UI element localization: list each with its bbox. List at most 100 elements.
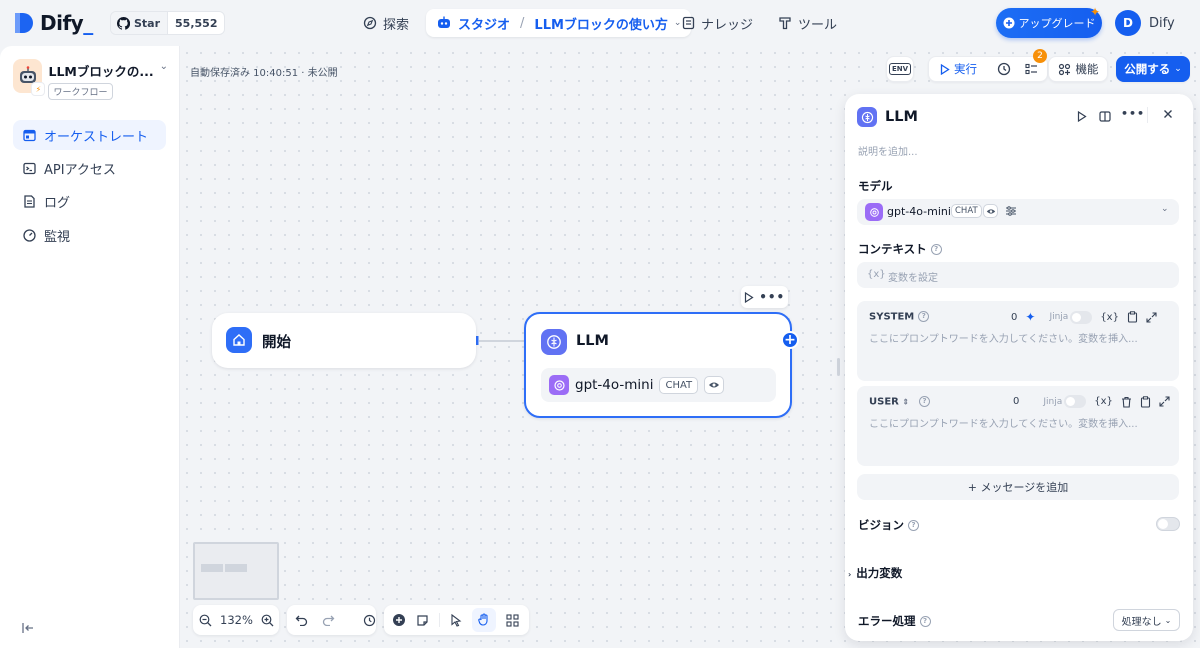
- sidebar-item-orchestrate[interactable]: オーケストレート: [13, 120, 166, 150]
- nav-studio-label: スタジオ: [458, 17, 511, 33]
- node-model-mode-badge: CHAT: [659, 376, 699, 394]
- nav-studio[interactable]: スタジオ / LLMブロックの使い方 ⌄: [426, 9, 692, 37]
- eye-icon: [704, 376, 725, 394]
- zoom-in-icon[interactable]: [261, 614, 274, 627]
- play-icon: [744, 291, 754, 303]
- terminal-icon: [23, 162, 36, 174]
- publish-button[interactable]: 公開する ⌄: [1116, 56, 1190, 82]
- jinja-toggle[interactable]: [1064, 395, 1087, 408]
- sidebar-item-label: ログ: [44, 195, 71, 211]
- node-model-name: gpt-4o-mini: [575, 377, 654, 393]
- user-menu[interactable]: D Dify: [1115, 10, 1175, 36]
- nav-tools[interactable]: ツール: [778, 9, 837, 37]
- history-button[interactable]: [997, 62, 1011, 76]
- user-prompt-placeholder: ここにプロンプトワードを入力してください。変数を挿入...: [869, 419, 1138, 430]
- env-label: ENV: [888, 63, 912, 75]
- breadcrumb-separator: /: [520, 15, 525, 31]
- upgrade-button[interactable]: アップグレード ✦: [996, 5, 1102, 38]
- description-input[interactable]: 説明を追加...: [858, 143, 918, 158]
- add-next-node-button[interactable]: +: [781, 331, 799, 349]
- add-message-button[interactable]: + メッセージを追加: [857, 474, 1179, 500]
- logo-text: Dify_: [40, 11, 93, 35]
- user-role-selector[interactable]: USER ⇕?: [869, 396, 931, 408]
- minimap[interactable]: [193, 542, 279, 600]
- breadcrumb-app-name[interactable]: LLMブロックの使い方: [534, 14, 668, 33]
- undo-icon[interactable]: [295, 614, 308, 626]
- run-node-button[interactable]: [744, 291, 754, 303]
- env-button[interactable]: ENV: [886, 56, 914, 82]
- document-icon: [24, 194, 35, 208]
- context-label: コンテキスト?: [858, 241, 942, 257]
- char-count: 0: [1011, 311, 1018, 323]
- autosave-status: 自動保存済み 10:40:51 · 未公開: [190, 68, 338, 79]
- start-node-title: 開始: [262, 335, 291, 351]
- llm-node[interactable]: LLM gpt-4o-mini CHAT: [524, 312, 792, 418]
- version-history-icon[interactable]: [363, 614, 376, 627]
- chevron-down-icon[interactable]: ⌄: [160, 61, 168, 72]
- run-button[interactable]: 実行: [940, 61, 977, 77]
- compass-icon: [363, 16, 377, 30]
- app-type-badge: ワークフロー: [48, 83, 113, 100]
- pointer-icon[interactable]: [450, 613, 462, 627]
- add-block-icon[interactable]: [392, 613, 406, 627]
- copy-icon[interactable]: [1127, 311, 1138, 323]
- expand-icon[interactable]: [1159, 396, 1170, 407]
- features-label: 機能: [1075, 62, 1099, 76]
- copy-icon[interactable]: [1140, 395, 1151, 408]
- dify-logo-icon: [15, 13, 33, 33]
- openai-icon: [549, 375, 569, 395]
- sidebar-item-monitoring[interactable]: 監視: [13, 220, 166, 250]
- panel-layout-icon[interactable]: [1099, 111, 1111, 122]
- generate-sparkle-icon[interactable]: ✦: [1025, 310, 1035, 324]
- sidebar: ⚡ LLMブロックの... ワークフロー ⌄ オーケストレート APIアクセス …: [0, 46, 180, 648]
- nav-tools-label: ツール: [798, 17, 838, 33]
- insert-variable-icon[interactable]: {x}: [1094, 396, 1113, 407]
- hand-icon[interactable]: [472, 608, 496, 632]
- model-params-icon[interactable]: [1005, 205, 1017, 217]
- features-button[interactable]: 機能: [1048, 56, 1108, 82]
- trash-icon[interactable]: [1121, 396, 1132, 408]
- app-header[interactable]: ⚡ LLMブロックの... ワークフロー ⌄: [13, 59, 168, 100]
- user-prompt-editor[interactable]: USER ⇕? 0 Jinja {x} ここにプロンプトワードを入力してください…: [857, 386, 1179, 466]
- insert-variable-icon[interactable]: {x}: [1100, 312, 1119, 323]
- zoom-out-icon[interactable]: [199, 614, 212, 627]
- error-handling-label: エラー処理?: [858, 613, 931, 629]
- gauge-icon: [23, 228, 36, 242]
- nav-explore[interactable]: 探索: [363, 9, 409, 37]
- jinja-toggle[interactable]: [1070, 310, 1093, 324]
- run-label: 実行: [954, 62, 977, 76]
- panel-resize-handle[interactable]: [837, 358, 840, 376]
- sidebar-item-logs[interactable]: ログ: [13, 186, 166, 216]
- sparkle-icon: ✦: [1089, 5, 1100, 19]
- panel-title[interactable]: LLM: [885, 109, 918, 125]
- github-star-widget[interactable]: Star 55,552: [110, 11, 226, 35]
- nav-knowledge[interactable]: ナレッジ: [682, 9, 753, 37]
- star-label: Star: [134, 16, 161, 30]
- organize-blocks-icon[interactable]: [506, 613, 519, 627]
- grid-icon: [1058, 63, 1070, 75]
- chevron-down-icon: ⌄: [1164, 615, 1172, 625]
- error-handling-select[interactable]: 処理なし ⌄: [1113, 609, 1180, 631]
- close-icon[interactable]: [1163, 109, 1173, 119]
- more-icon[interactable]: •••: [759, 290, 785, 304]
- checklist-count-badge: 2: [1033, 48, 1047, 63]
- collapse-sidebar-icon[interactable]: [22, 622, 35, 634]
- dify-logo[interactable]: Dify_: [13, 11, 93, 35]
- more-icon[interactable]: •••: [1121, 107, 1145, 120]
- add-note-icon[interactable]: [416, 614, 429, 627]
- history-icon: [997, 62, 1011, 76]
- checklist-button[interactable]: 2: [1025, 48, 1047, 76]
- system-prompt-editor[interactable]: SYSTEM? 0 ✦ Jinja {x} ここにプロンプトワードを入力してくだ…: [857, 301, 1179, 381]
- redo-icon[interactable]: [322, 614, 335, 626]
- zoom-level[interactable]: 132%: [220, 613, 253, 627]
- start-node[interactable]: 開始: [212, 313, 476, 368]
- context-variable-selector[interactable]: {x} 変数を設定: [857, 262, 1179, 288]
- sidebar-item-label: 監視: [44, 229, 71, 245]
- sidebar-item-api[interactable]: APIアクセス: [13, 153, 166, 183]
- run-step-icon[interactable]: [1077, 111, 1087, 122]
- vision-toggle[interactable]: [1156, 517, 1180, 531]
- model-selector[interactable]: gpt-4o-mini CHAT ⌄: [857, 199, 1179, 225]
- output-variables-toggle[interactable]: › 出力変数: [848, 565, 902, 581]
- expand-icon[interactable]: [1146, 311, 1157, 323]
- play-icon: [940, 63, 950, 75]
